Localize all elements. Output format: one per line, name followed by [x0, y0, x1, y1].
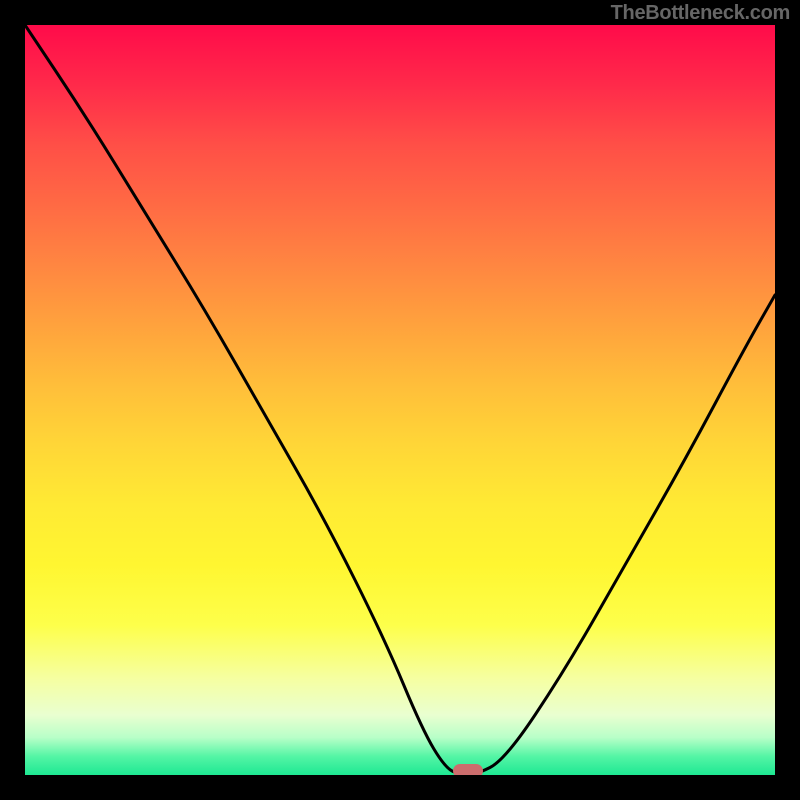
watermark-text: TheBottleneck.com [611, 2, 790, 25]
plot-area [25, 25, 775, 775]
optimal-marker [453, 764, 483, 775]
bottleneck-curve-path [25, 25, 775, 775]
curve-svg [25, 25, 775, 775]
chart-container: TheBottleneck.com [0, 0, 800, 800]
